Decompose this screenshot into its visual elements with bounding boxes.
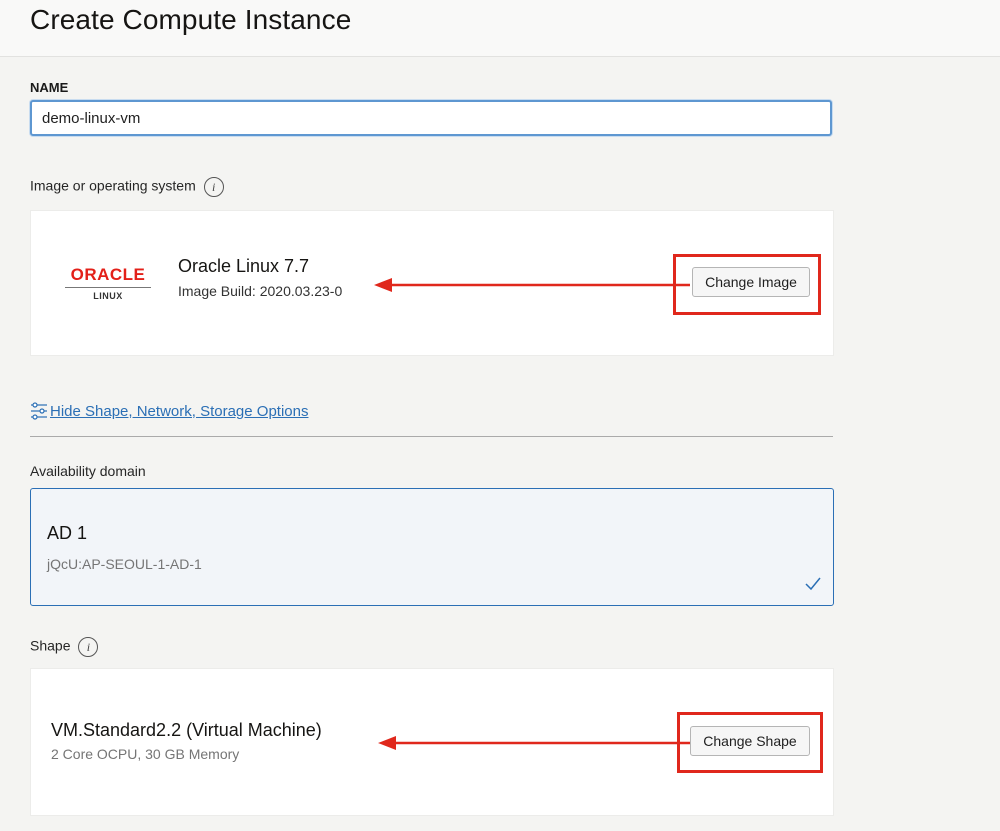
annotation-arrows [374, 278, 690, 750]
annotation-arrow-image [374, 278, 690, 292]
annotation-arrow-shape [378, 736, 690, 750]
